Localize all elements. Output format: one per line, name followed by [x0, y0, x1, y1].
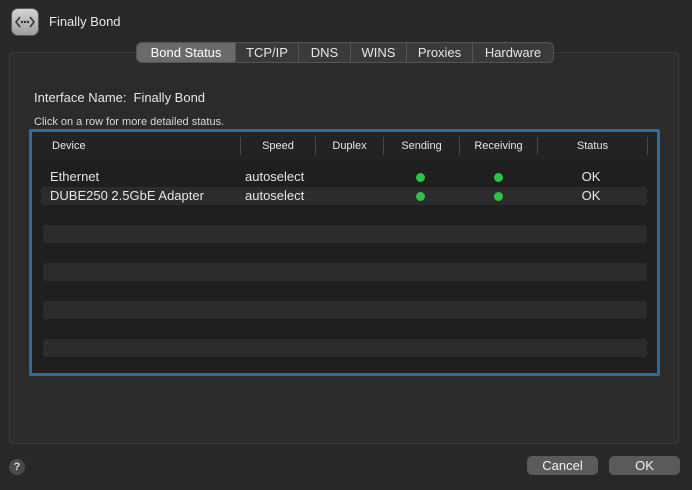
empty-table-row	[43, 263, 647, 281]
interface-name-value: Finally Bond	[133, 90, 206, 105]
status-cell: OK	[581, 169, 601, 184]
tab-proxies[interactable]: Proxies	[406, 43, 472, 62]
sending-status-icon	[416, 187, 425, 205]
empty-table-row	[43, 339, 647, 357]
window-title: Finally Bond	[49, 14, 121, 29]
column-header-status[interactable]: Status	[538, 137, 648, 155]
tab-tcp-ip[interactable]: TCP/IP	[235, 43, 298, 62]
tab-dns[interactable]: DNS	[298, 43, 350, 62]
table-header: Device Speed Duplex Sending Receiving St…	[32, 132, 657, 160]
speed-cell: autoselect	[245, 188, 305, 203]
status-cell: OK	[581, 188, 601, 203]
tab-bond-status[interactable]: Bond Status	[137, 43, 235, 62]
bond-status-table: Device Speed Duplex Sending Receiving St…	[29, 129, 660, 376]
table-row[interactable]: Ethernet autoselect OK	[41, 168, 647, 186]
device-cell: DUBE250 2.5GbE Adapter	[50, 188, 204, 203]
column-header-receiving[interactable]: Receiving	[460, 137, 538, 155]
column-header-sending[interactable]: Sending	[384, 137, 460, 155]
title-bar: Finally Bond	[0, 0, 692, 42]
column-header-speed[interactable]: Speed	[241, 137, 316, 155]
empty-table-row	[43, 225, 647, 243]
tab-bar: Bond Status TCP/IP DNS WINS Proxies Hard…	[136, 42, 554, 63]
table-row[interactable]: DUBE250 2.5GbE Adapter autoselect OK	[41, 187, 647, 205]
speed-cell: autoselect	[245, 169, 305, 184]
tab-hardware[interactable]: Hardware	[472, 43, 553, 62]
column-header-device[interactable]: Device	[52, 137, 241, 155]
ok-button[interactable]: OK	[609, 456, 680, 475]
empty-table-row	[43, 301, 647, 319]
interface-name-label: Interface Name:	[34, 90, 127, 105]
row-hint-text: Click on a row for more detailed status.	[34, 116, 225, 128]
device-cell: Ethernet	[50, 169, 100, 184]
interface-name-row: Interface Name: Finally Bond	[34, 90, 205, 105]
cancel-button[interactable]: Cancel	[527, 456, 598, 475]
network-bond-icon	[11, 8, 39, 36]
help-button[interactable]: ?	[9, 459, 25, 475]
receiving-status-icon	[494, 168, 503, 186]
tab-wins[interactable]: WINS	[350, 43, 406, 62]
column-header-duplex[interactable]: Duplex	[316, 137, 384, 155]
receiving-status-icon	[494, 187, 503, 205]
sending-status-icon	[416, 168, 425, 186]
